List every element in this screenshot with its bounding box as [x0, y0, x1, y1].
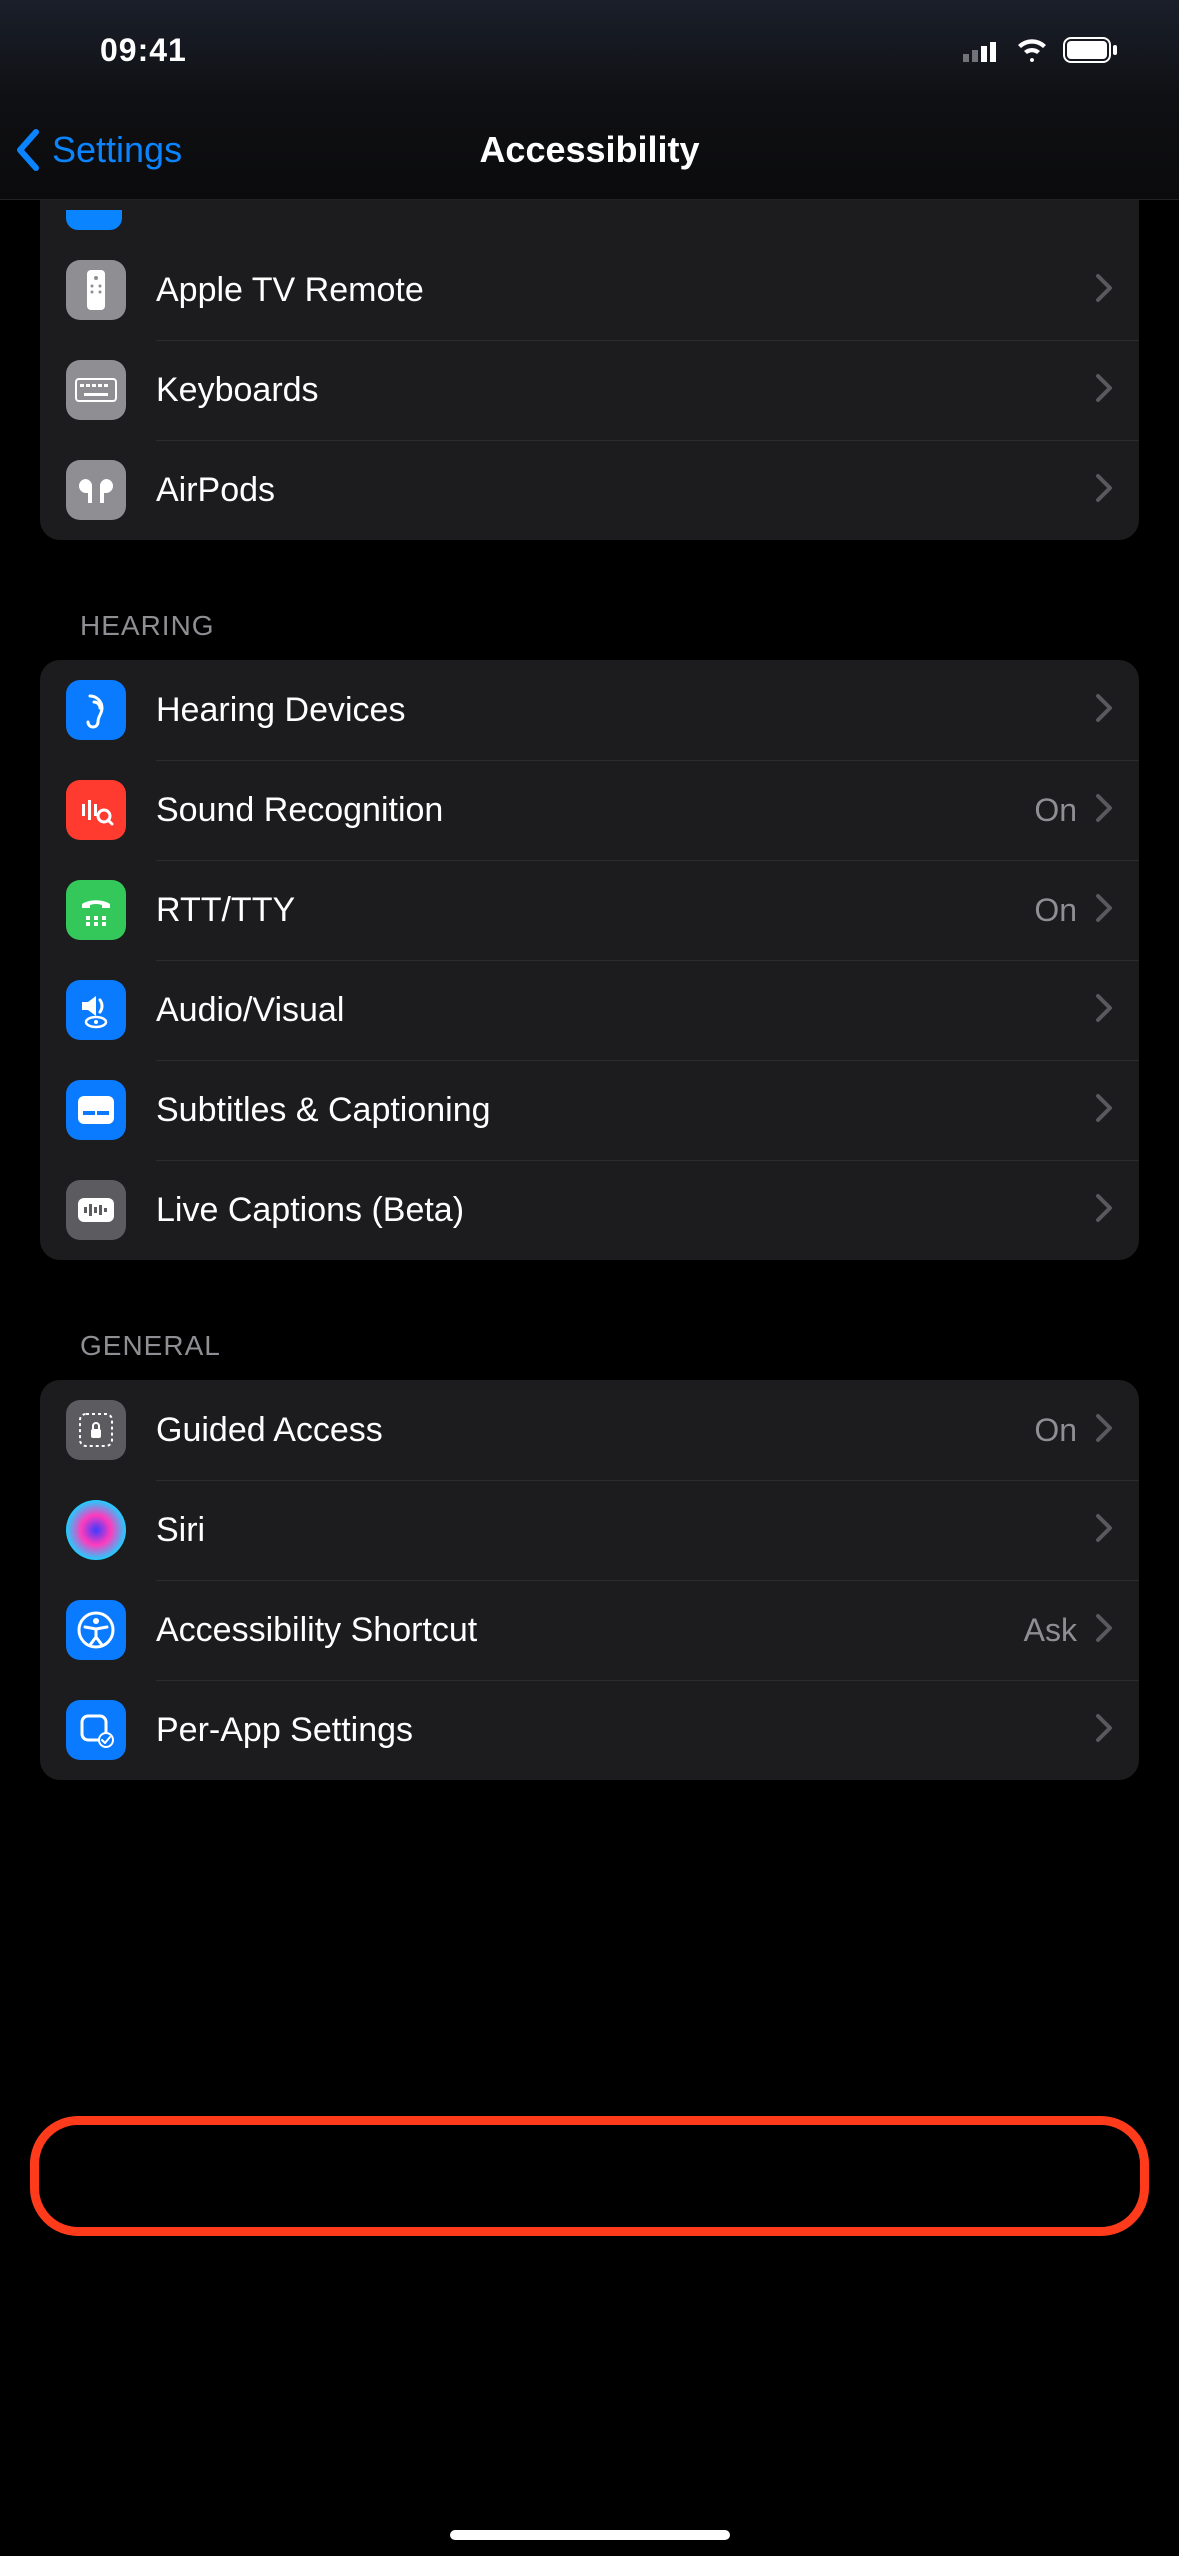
row-per-app-settings[interactable]: Per-App Settings — [40, 1680, 1139, 1780]
cellular-icon — [963, 38, 1001, 62]
row-label: Accessibility Shortcut — [156, 1611, 1024, 1650]
general-group: Guided Access On Siri Accessibility Shor… — [40, 1380, 1139, 1780]
speaker-eye-icon — [66, 980, 126, 1040]
chevron-right-icon — [1095, 273, 1113, 308]
chevron-right-icon — [1095, 1093, 1113, 1128]
guided-access-icon — [66, 1400, 126, 1460]
row-label: Hearing Devices — [156, 691, 1095, 730]
status-time: 09:41 — [100, 32, 187, 69]
chevron-right-icon — [1095, 793, 1113, 828]
live-captions-icon — [66, 1180, 126, 1240]
back-button[interactable]: Settings — [0, 128, 182, 172]
partial-row-cutoff[interactable] — [40, 200, 1139, 240]
row-value: On — [1034, 792, 1077, 829]
row-siri[interactable]: Siri — [40, 1480, 1139, 1580]
highlight-annotation — [30, 2116, 1149, 2236]
row-value: On — [1034, 1412, 1077, 1449]
chevron-right-icon — [1095, 1613, 1113, 1648]
siri-icon — [66, 1500, 126, 1560]
row-label: Sound Recognition — [156, 791, 1034, 830]
status-icons — [963, 37, 1119, 63]
partial-icon — [66, 210, 122, 230]
wifi-icon — [1015, 38, 1049, 62]
row-value: Ask — [1024, 1612, 1077, 1649]
chevron-right-icon — [1095, 693, 1113, 728]
chevron-right-icon — [1095, 1713, 1113, 1748]
row-rtt-tty[interactable]: RTT/TTY On — [40, 860, 1139, 960]
row-live-captions[interactable]: Live Captions (Beta) — [40, 1160, 1139, 1260]
row-audio-visual[interactable]: Audio/Visual — [40, 960, 1139, 1060]
page-title: Accessibility — [479, 129, 699, 171]
row-label: Keyboards — [156, 371, 1095, 410]
navigation-bar: Settings Accessibility — [0, 100, 1179, 200]
home-indicator[interactable] — [450, 2530, 730, 2540]
chevron-right-icon — [1095, 1413, 1113, 1448]
accessibility-icon — [66, 1600, 126, 1660]
row-accessibility-shortcut[interactable]: Accessibility Shortcut Ask — [40, 1580, 1139, 1680]
row-label: RTT/TTY — [156, 891, 1034, 930]
row-hearing-devices[interactable]: Hearing Devices — [40, 660, 1139, 760]
row-keyboards[interactable]: Keyboards — [40, 340, 1139, 440]
airpods-icon — [66, 460, 126, 520]
battery-icon — [1063, 37, 1119, 63]
row-label: Guided Access — [156, 1411, 1034, 1450]
row-label: Subtitles & Captioning — [156, 1091, 1095, 1130]
physical-motor-group: Apple TV Remote Keyboards AirPods — [40, 200, 1139, 540]
chevron-right-icon — [1095, 1193, 1113, 1228]
row-label: Audio/Visual — [156, 991, 1095, 1030]
tty-icon — [66, 880, 126, 940]
row-sound-recognition[interactable]: Sound Recognition On — [40, 760, 1139, 860]
row-label: Live Captions (Beta) — [156, 1191, 1095, 1230]
waveform-search-icon — [66, 780, 126, 840]
status-bar: 09:41 — [0, 0, 1179, 100]
row-value: On — [1034, 892, 1077, 929]
chevron-left-icon — [14, 128, 42, 172]
chevron-right-icon — [1095, 893, 1113, 928]
content-scroll[interactable]: Apple TV Remote Keyboards AirPods HEARIN… — [0, 200, 1179, 1840]
row-subtitles-captioning[interactable]: Subtitles & Captioning — [40, 1060, 1139, 1160]
captions-icon — [66, 1080, 126, 1140]
row-label: Apple TV Remote — [156, 271, 1095, 310]
row-apple-tv-remote[interactable]: Apple TV Remote — [40, 240, 1139, 340]
hearing-header: HEARING — [40, 610, 1139, 660]
chevron-right-icon — [1095, 373, 1113, 408]
remote-icon — [66, 260, 126, 320]
hearing-group: Hearing Devices Sound Recognition On RTT… — [40, 660, 1139, 1260]
chevron-right-icon — [1095, 1513, 1113, 1548]
row-label: Per-App Settings — [156, 1711, 1095, 1750]
chevron-right-icon — [1095, 993, 1113, 1028]
row-airpods[interactable]: AirPods — [40, 440, 1139, 540]
row-label: Siri — [156, 1511, 1095, 1550]
chevron-right-icon — [1095, 473, 1113, 508]
back-label: Settings — [52, 129, 182, 171]
row-label: AirPods — [156, 471, 1095, 510]
general-header: GENERAL — [40, 1330, 1139, 1380]
row-guided-access[interactable]: Guided Access On — [40, 1380, 1139, 1480]
keyboard-icon — [66, 360, 126, 420]
per-app-icon — [66, 1700, 126, 1760]
ear-icon — [66, 680, 126, 740]
